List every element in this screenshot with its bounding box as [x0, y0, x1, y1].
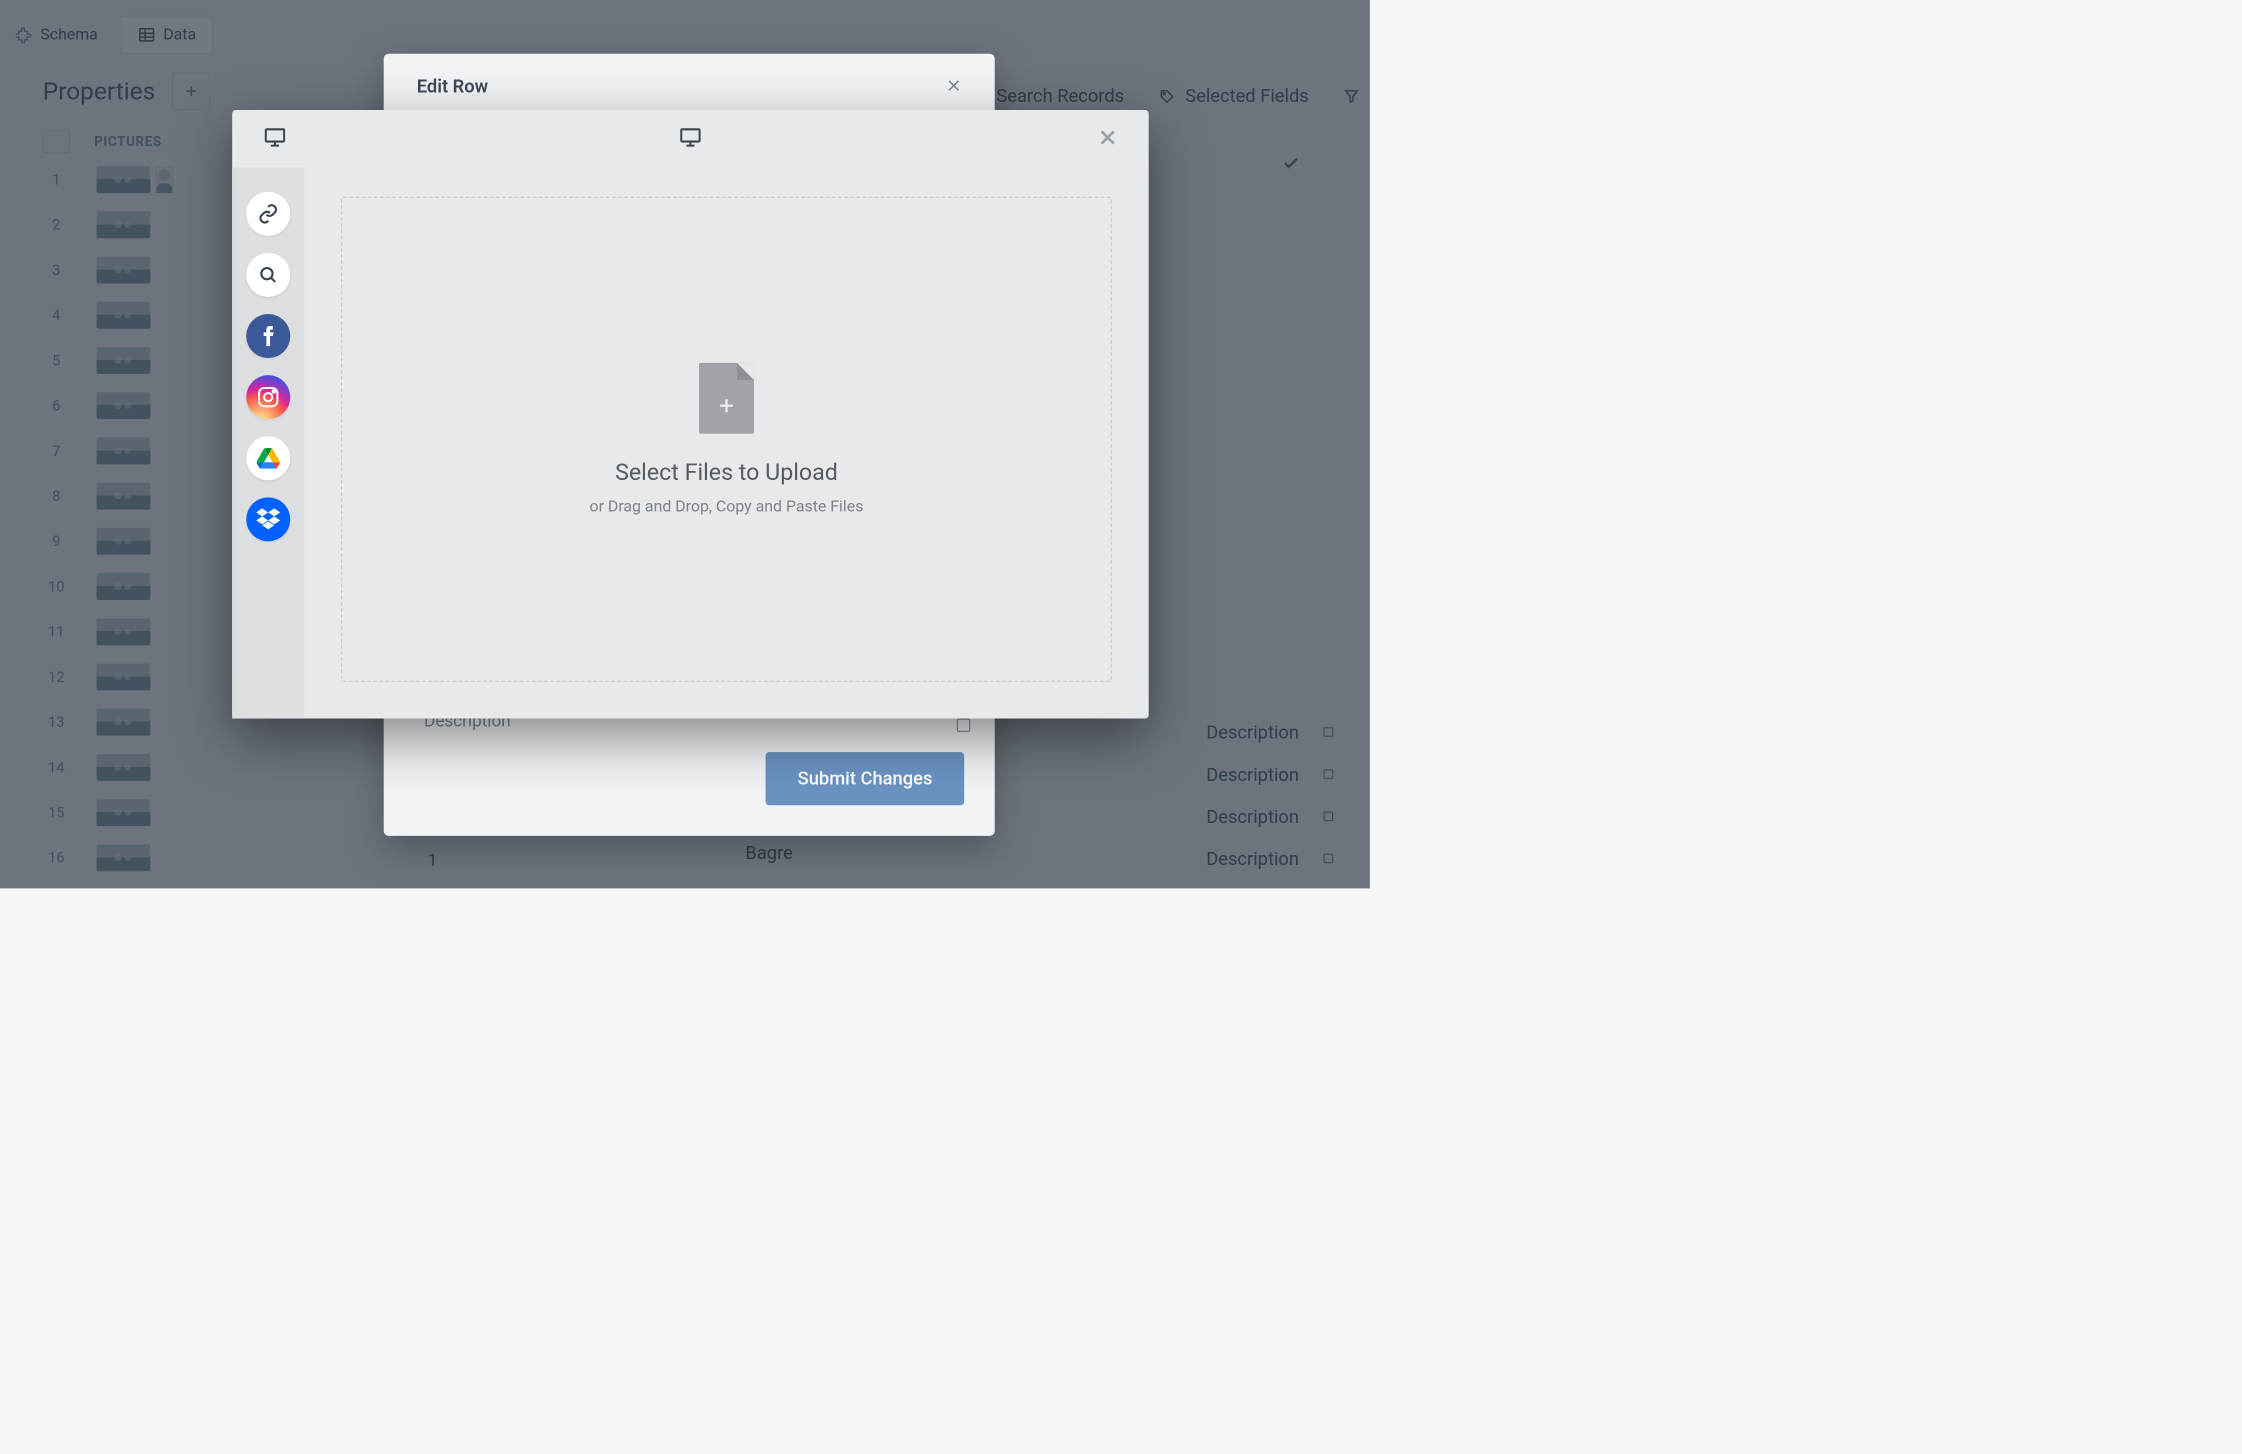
edit-row-title: Edit Row: [417, 76, 489, 97]
file-picker-modal: Select Files to Upload or Drag and Drop,…: [232, 110, 1149, 719]
picker-device-button-left[interactable]: [263, 125, 287, 152]
source-link-button[interactable]: [246, 192, 290, 236]
file-picker-close-button[interactable]: [1097, 127, 1118, 150]
source-dropbox-button[interactable]: [246, 497, 290, 541]
search-icon: [258, 265, 279, 286]
picker-source-sidebar: [232, 167, 304, 718]
link-icon: [258, 203, 279, 224]
submit-changes-button[interactable]: Submit Changes: [766, 752, 964, 805]
monitor-icon: [678, 125, 702, 149]
edit-row-close-button[interactable]: [946, 77, 962, 95]
source-facebook-button[interactable]: [246, 314, 290, 358]
monitor-icon: [263, 125, 287, 149]
source-instagram-button[interactable]: [246, 375, 290, 419]
plus-icon: [717, 396, 737, 416]
google-drive-icon: [257, 448, 280, 469]
dropzone[interactable]: Select Files to Upload or Drag and Drop,…: [341, 197, 1112, 682]
source-gdrive-button[interactable]: [246, 436, 290, 480]
close-icon: [946, 77, 962, 93]
facebook-icon: [262, 325, 274, 347]
dropzone-title: Select Files to Upload: [615, 459, 838, 486]
instagram-icon: [256, 385, 280, 409]
dropzone-subtitle: or Drag and Drop, Copy and Paste Files: [590, 497, 864, 515]
close-icon: [1097, 127, 1118, 148]
expand-icon[interactable]: [957, 719, 970, 732]
file-placeholder-icon: [699, 363, 754, 434]
dropbox-icon: [256, 508, 280, 530]
submit-changes-label: Submit Changes: [798, 768, 933, 789]
picker-device-button-center[interactable]: [678, 125, 702, 152]
source-search-button[interactable]: [246, 253, 290, 297]
